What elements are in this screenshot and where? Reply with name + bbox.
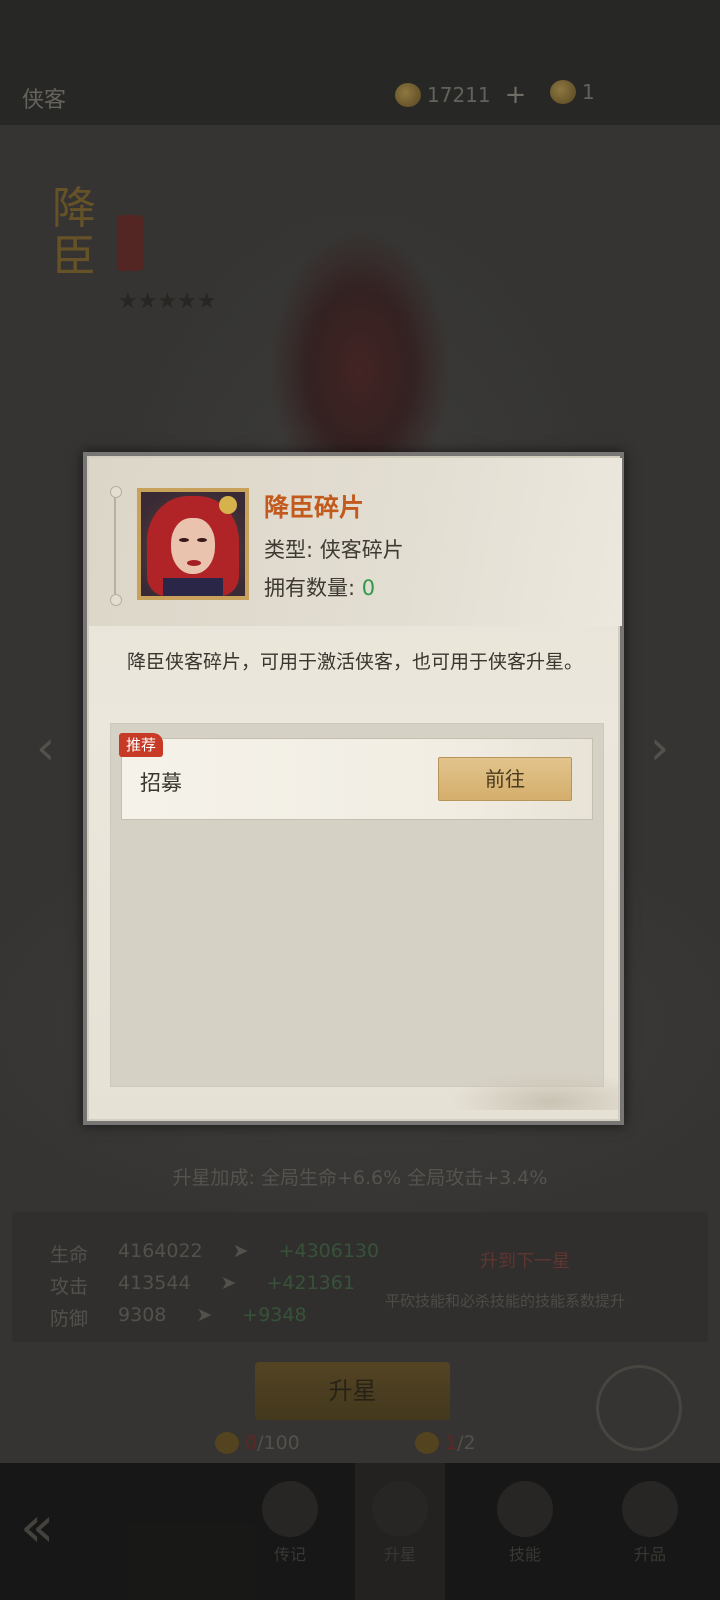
source-row: 推荐 招募 前往 <box>119 733 593 820</box>
item-count: 拥有数量: 0 <box>264 572 375 602</box>
decorative-line <box>110 486 122 606</box>
type-label: 类型: <box>264 538 314 562</box>
item-info-popup: 降臣碎片 类型: 侠客碎片 拥有数量: 0 降臣侠客碎片，可用于激活侠客，也可用… <box>83 452 624 1125</box>
item-description: 降臣侠客碎片，可用于激活侠客，也可用于侠客升星。 <box>127 651 584 673</box>
type-value: 侠客碎片 <box>319 538 404 562</box>
recommend-tag: 推荐 <box>119 733 164 757</box>
item-portrait-frame <box>137 488 249 600</box>
item-type: 类型: 侠客碎片 <box>264 534 404 564</box>
count-value: 0 <box>361 576 376 600</box>
count-label: 拥有数量: <box>264 576 356 600</box>
hair-ornament-icon <box>219 496 237 514</box>
source-list: 推荐 招募 前往 <box>110 723 604 1087</box>
source-label: 招募 <box>140 771 182 795</box>
portrait-eye <box>197 538 207 542</box>
go-button[interactable]: 前往 <box>438 757 572 801</box>
portrait-lips <box>187 560 201 566</box>
portrait-eye <box>179 538 189 542</box>
hero-portrait <box>141 492 245 596</box>
mountain-mist-decoration <box>449 1070 619 1110</box>
popup-body: 降臣碎片 类型: 侠客碎片 拥有数量: 0 降臣侠客碎片，可用于激活侠客，也可用… <box>87 456 622 1121</box>
item-name: 降臣碎片 <box>264 493 365 522</box>
portrait-collar <box>163 578 223 596</box>
